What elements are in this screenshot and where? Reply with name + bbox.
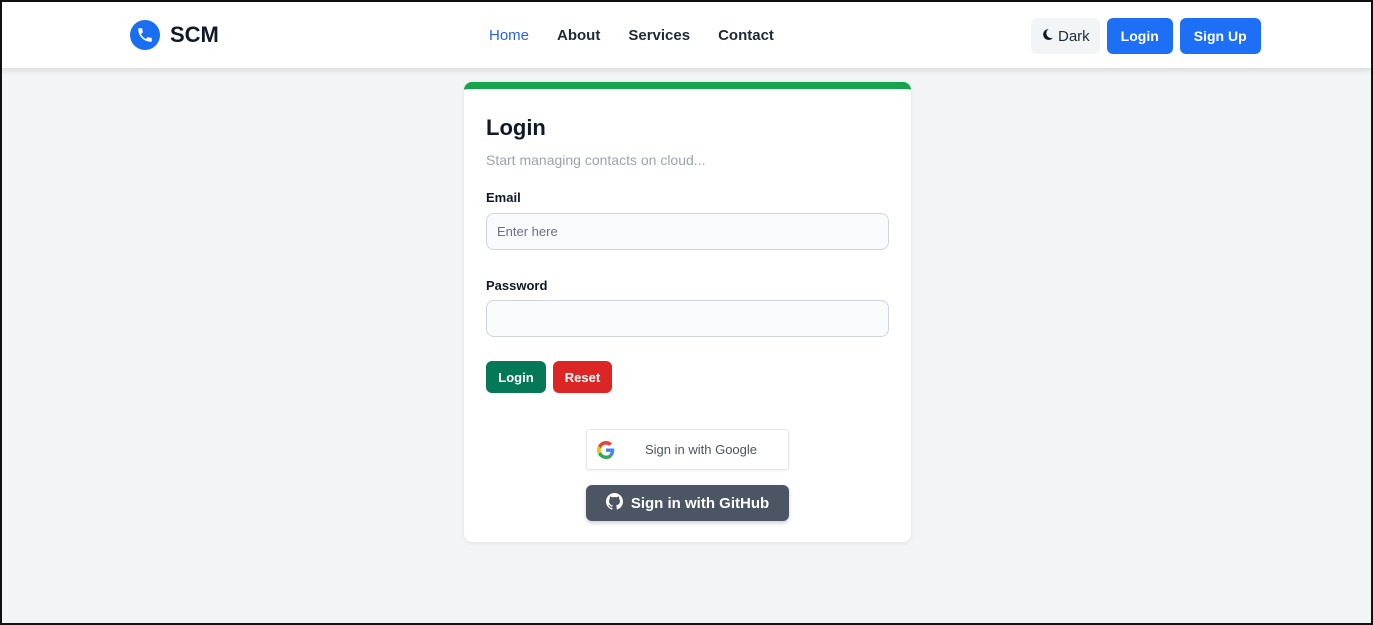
nav-login-button[interactable]: Login [1106,18,1173,54]
email-label: Email [486,190,521,205]
login-subtitle: Start managing contacts on cloud... [486,152,706,168]
password-input[interactable] [486,300,889,337]
nav-signup-button[interactable]: Sign Up [1179,18,1261,54]
email-input[interactable] [486,213,889,250]
google-signin-button[interactable]: Sign in with Google [586,429,789,470]
google-signin-label: Sign in with Google [645,442,758,457]
reset-button[interactable]: Reset [553,361,612,393]
google-icon [597,440,615,459]
login-title: Login [486,115,546,140]
nav-link-services[interactable]: Services [628,27,690,44]
navbar: SCM Home About Services Contact Dark Log… [2,2,1371,68]
brand-name: SCM [170,22,219,47]
dark-mode-label: Dark [1058,27,1090,45]
nav-link-contact[interactable]: Contact [718,27,774,44]
github-signin-button[interactable]: Sign in with GitHub [586,485,789,521]
phone-icon [130,20,160,50]
browser-viewport: SCM Home About Services Contact Dark Log… [0,0,1373,625]
nav-link-about[interactable]: About [557,27,600,44]
github-icon [605,492,623,514]
nav-actions: Dark Login Sign Up [1031,18,1261,54]
password-label: Password [486,278,548,293]
moon-icon [1041,28,1054,45]
nav-links: Home About Services Contact [489,27,774,44]
nav-link-home[interactable]: Home [489,27,529,44]
login-card: Login Start managing contacts on cloud..… [464,82,911,542]
github-signin-label: Sign in with GitHub [630,494,770,512]
login-button[interactable]: Login [486,361,546,393]
brand[interactable]: SCM [130,20,219,50]
dark-mode-toggle[interactable]: Dark [1031,18,1100,54]
